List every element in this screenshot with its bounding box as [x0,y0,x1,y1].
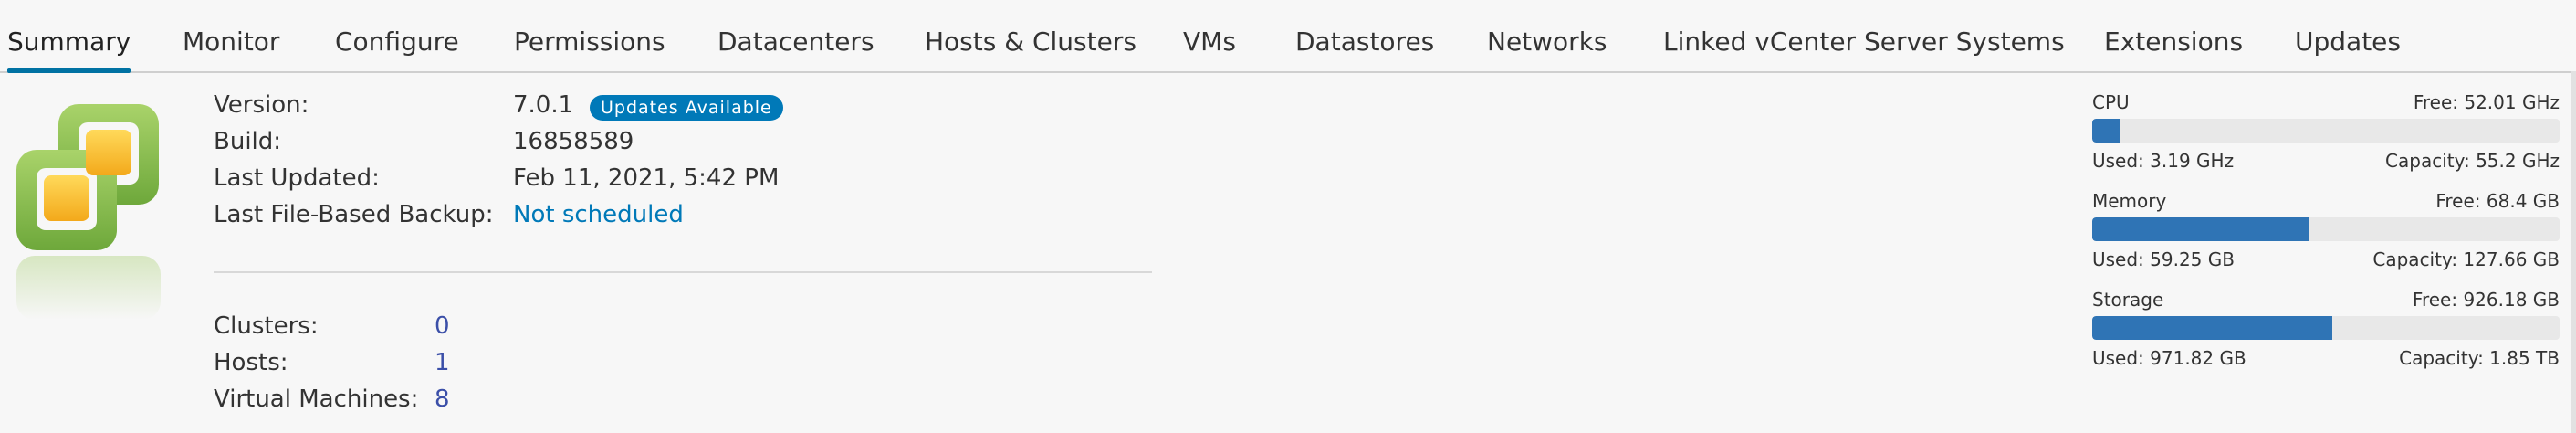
tab-label: Summary [7,26,131,57]
tab-permissions[interactable]: Permissions [514,0,665,71]
storage-usage-bar [2092,316,2560,340]
memory-capacity: Capacity: 127.66 GB [2372,248,2560,270]
tab-label: Monitor [183,26,280,57]
memory-used: Used: 59.25 GB [2092,248,2235,270]
version-value: 7.0.1 [513,91,574,119]
active-tab-indicator [7,68,131,73]
storage-free: Free: 926.18 GB [2412,289,2560,311]
vcenter-logo-icon [16,104,161,320]
tab-datacenters[interactable]: Datacenters [717,0,874,71]
cpu-title: CPU [2092,91,2130,113]
memory-meter: Memory Free: 68.4 GB Used: 59.25 GB Capa… [2092,190,2560,281]
build-value: 16858589 [513,128,634,155]
updates-available-badge[interactable]: Updates Available [590,95,783,121]
divider [214,271,1152,273]
tab-label: Permissions [514,26,665,57]
cpu-usage-fill [2092,119,2120,143]
storage-capacity: Capacity: 1.85 TB [2399,347,2560,369]
last-updated-label: Last Updated: [214,164,380,192]
cpu-usage-bar [2092,119,2560,143]
memory-usage-bar [2092,217,2560,241]
cpu-free: Free: 52.01 GHz [2413,91,2560,113]
build-label: Build: [214,128,282,155]
tab-networks[interactable]: Networks [1487,0,1607,71]
vms-count-link[interactable]: 8 [435,385,450,413]
tab-extensions[interactable]: Extensions [2104,0,2243,71]
tab-label: Configure [335,26,459,57]
tab-label: Extensions [2104,26,2244,57]
clusters-count-link[interactable]: 0 [435,312,450,340]
memory-free: Free: 68.4 GB [2435,190,2560,212]
tab-label: Hosts & Clusters [925,26,1136,57]
cpu-used: Used: 3.19 GHz [2092,150,2235,172]
vms-label: Virtual Machines: [214,385,419,413]
backup-not-scheduled-link[interactable]: Not scheduled [513,201,684,228]
tab-datastores[interactable]: Datastores [1295,0,1434,71]
clusters-label: Clusters: [214,312,319,340]
tab-configure[interactable]: Configure [335,0,459,71]
tab-bar: Summary Monitor Configure Permissions Da… [0,0,2576,73]
tab-label: Linked vCenter Server Systems [1663,26,2065,57]
storage-usage-fill [2092,316,2332,340]
tab-label: Networks [1487,26,1607,57]
tab-monitor[interactable]: Monitor [183,0,279,71]
memory-title: Memory [2092,190,2167,212]
tab-label: VMs [1183,26,1236,57]
tab-summary[interactable]: Summary [7,0,131,73]
storage-used: Used: 971.82 GB [2092,347,2246,369]
tab-label: Datacenters [717,26,874,57]
last-updated-value: Feb 11, 2021, 5:42 PM [513,164,780,192]
tab-hosts-clusters[interactable]: Hosts & Clusters [925,0,1136,71]
storage-meter: Storage Free: 926.18 GB Used: 971.82 GB … [2092,289,2560,380]
hosts-count-link[interactable]: 1 [435,349,450,376]
tab-updates[interactable]: Updates [2295,0,2401,71]
cpu-capacity: Capacity: 55.2 GHz [2385,150,2560,172]
cpu-meter: CPU Free: 52.01 GHz Used: 3.19 GHz Capac… [2092,91,2560,183]
version-label: Version: [214,91,309,119]
hosts-label: Hosts: [214,349,288,376]
scrollbar[interactable] [2571,71,2576,433]
tab-label: Updates [2295,26,2401,57]
tab-vms[interactable]: VMs [1183,0,1236,71]
last-backup-label: Last File-Based Backup: [214,201,494,228]
tab-label: Datastores [1295,26,1435,57]
storage-title: Storage [2092,289,2164,311]
tab-linked-vcenter[interactable]: Linked vCenter Server Systems [1663,0,2065,71]
memory-usage-fill [2092,217,2309,241]
